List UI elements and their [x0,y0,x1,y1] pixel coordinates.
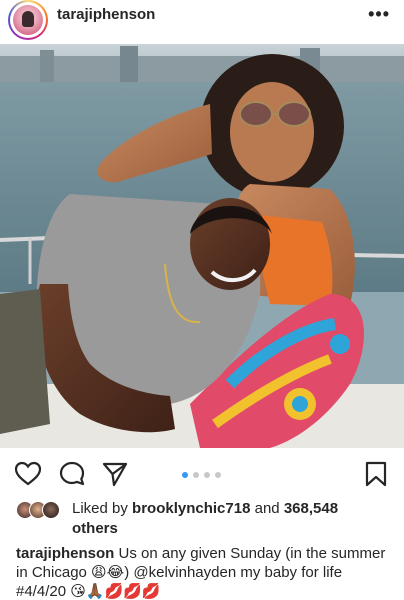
likes-count[interactable]: 368,548 [284,500,338,517]
carousel-indicator [182,472,221,478]
likes-prefix: Liked by [72,500,133,517]
post-header: tarajiphenson ••• [0,0,404,40]
liker-avatar [42,501,60,519]
carousel-dot-active [182,472,188,478]
more-options-icon[interactable]: ••• [368,4,390,25]
liker-avatars[interactable] [16,501,66,519]
caption-username[interactable]: tarajiphenson [16,545,114,562]
carousel-dot [193,472,199,478]
carousel-dot [215,472,221,478]
caption-emoji-2: 😘🙏🏾💋💋💋 [70,583,161,600]
likes-text[interactable]: Liked by brooklynchic718 and 368,548 othe… [72,499,392,539]
post-photo-image [0,44,404,448]
likes-section: Liked by brooklynchic718 and 368,548 othe… [16,499,396,539]
avatar-icon [13,5,43,35]
bookmark-icon[interactable] [362,460,390,488]
likes-others[interactable]: others [72,520,118,537]
post-caption: tarajiphenson Us on any given Sunday (in… [16,544,394,600]
caption-text-2: ) [124,564,134,581]
carousel-dot [204,472,210,478]
caption-mention[interactable]: @kelvinhayden [133,564,236,581]
heart-icon[interactable] [14,460,42,488]
post-username[interactable]: tarajiphenson [57,6,155,23]
share-icon[interactable] [101,460,129,488]
action-bar [0,452,404,492]
profile-avatar[interactable] [8,0,48,40]
caption-emoji-1: 😩😂 [91,564,125,581]
likes-middle: and [250,500,284,517]
post-photo[interactable] [0,44,404,448]
liked-by-user[interactable]: brooklynchic718 [132,500,250,517]
comment-icon[interactable] [58,460,86,488]
